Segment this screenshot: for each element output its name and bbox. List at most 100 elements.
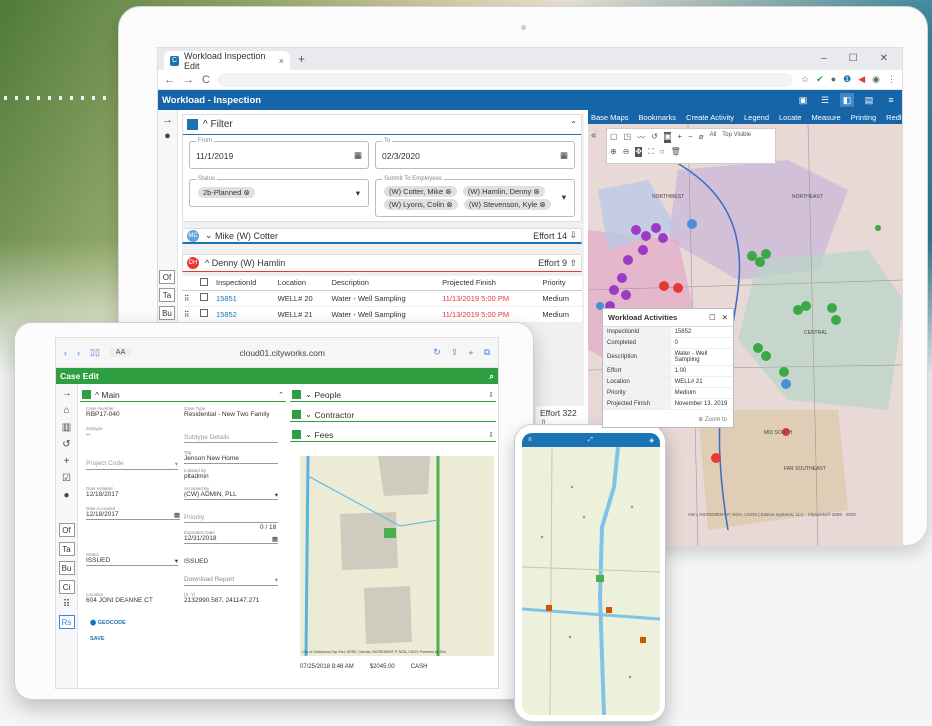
main-section-header[interactable]: ^ Main ⌃ bbox=[80, 388, 286, 402]
new-tab-button[interactable]: + bbox=[298, 52, 305, 66]
group-row-hamlin[interactable]: DH ^ Denny (W) Hamlin Effort 9 ⇧ bbox=[182, 254, 582, 272]
chip-ta[interactable]: Ta bbox=[159, 288, 175, 302]
map-nav-redline[interactable]: Redline bbox=[886, 113, 902, 122]
zoom-out-icon[interactable]: ⊖ bbox=[623, 147, 630, 157]
chip-of[interactable]: Of bbox=[58, 523, 75, 537]
chip-bu[interactable]: Bu bbox=[159, 306, 175, 320]
url-input[interactable] bbox=[217, 72, 794, 87]
full-extent-icon[interactable]: ⛶ bbox=[648, 147, 654, 157]
forward-arrow-icon[interactable]: → bbox=[183, 74, 194, 86]
col-inspection-id[interactable]: InspectionId bbox=[214, 276, 276, 291]
expand-arrow-icon[interactable]: → bbox=[56, 388, 77, 399]
select-active-icon[interactable]: ▣ bbox=[663, 132, 672, 143]
date-accepted-field[interactable]: Date Accepted 12/18/2017 ▦ bbox=[86, 506, 180, 520]
row-checkbox[interactable] bbox=[198, 306, 214, 323]
dropdown-caret-icon[interactable]: ▾ bbox=[175, 460, 178, 468]
top-visible-button[interactable]: Top Visible bbox=[722, 132, 751, 143]
grid-apps-icon[interactable]: ⠿ bbox=[63, 599, 70, 610]
user-card-icon[interactable]: ▣ bbox=[796, 93, 810, 107]
megaphone-extension-icon[interactable]: ◀ bbox=[858, 74, 865, 85]
table-row[interactable]: ⠿ 15852 WELL# 21 Water - Well Sampling 1… bbox=[182, 306, 582, 323]
undo-icon[interactable]: ↺ bbox=[651, 132, 658, 143]
pan-icon[interactable]: ✥ bbox=[635, 147, 643, 157]
calendar-icon[interactable]: ▦ bbox=[174, 511, 180, 519]
map-nav-bookmarks[interactable]: Bookmarks bbox=[639, 113, 677, 122]
dropdown-caret-icon[interactable]: ▾ bbox=[356, 188, 360, 199]
reload-icon[interactable]: ↻ bbox=[433, 347, 441, 358]
zoom-to-link[interactable]: ⊕ Zoom to bbox=[698, 416, 727, 423]
table-row[interactable]: ⠿ 15851 WELL# 20 Water - Well Sampling 1… bbox=[182, 290, 582, 307]
circle-extension-icon[interactable]: ● bbox=[831, 74, 836, 85]
select-point-icon[interactable]: ◳ bbox=[624, 132, 632, 143]
collapse-chevron-icon[interactable]: ^ bbox=[203, 119, 210, 130]
status-select[interactable]: Status 2b-Planned ⊗ ▾ bbox=[189, 176, 369, 207]
popup-maximize-icon[interactable]: ☐ bbox=[709, 313, 716, 322]
to-date-field[interactable]: To 02/3/2020 ▦ bbox=[375, 138, 575, 169]
share-icon[interactable]: ⇪ bbox=[451, 347, 459, 358]
chip-ci[interactable]: Ci bbox=[58, 580, 75, 594]
toggle-icon[interactable]: ⇩ bbox=[488, 431, 494, 439]
save-button[interactable]: SAVE bbox=[90, 636, 105, 642]
chip-of[interactable]: Of bbox=[159, 270, 175, 284]
select-all-checkbox[interactable] bbox=[198, 276, 214, 291]
dropdown-caret-icon[interactable]: ▾ bbox=[275, 576, 278, 584]
people-section-header[interactable]: ⌄ People ⇩ bbox=[290, 388, 496, 402]
check-extension-icon[interactable]: ✔ bbox=[816, 74, 824, 85]
map-nav-printing[interactable]: Printing bbox=[851, 113, 876, 122]
employee-pill[interactable]: (W) Lyons, Colin ⊗ bbox=[384, 199, 458, 210]
back-chevron-icon[interactable]: ‹ bbox=[64, 348, 67, 358]
col-location[interactable]: Location bbox=[275, 276, 330, 291]
priority-input[interactable]: Priority bbox=[184, 514, 278, 523]
col-projected-finish[interactable]: Projected Finish bbox=[440, 276, 541, 291]
dropdown-caret-icon[interactable]: ▾ bbox=[562, 192, 566, 203]
inspection-id-link[interactable]: 15851 bbox=[214, 290, 276, 307]
maximize-button[interactable]: ☐ bbox=[849, 53, 858, 64]
fees-section-header[interactable]: ⌄ Fees ⇩ bbox=[290, 428, 496, 442]
close-tab-icon[interactable]: × bbox=[279, 56, 284, 66]
menu-dots-icon[interactable]: ⋮ bbox=[887, 74, 896, 85]
expand-arrow-icon[interactable]: → bbox=[158, 114, 177, 126]
row-checkbox[interactable] bbox=[198, 290, 214, 307]
chevron-up-icon[interactable]: ^ bbox=[205, 258, 212, 268]
search-icon[interactable]: ⌕ bbox=[489, 371, 494, 382]
filter-header[interactable]: ^ Filter ⌃ bbox=[183, 115, 581, 135]
chip-rs[interactable]: Rs bbox=[58, 615, 75, 629]
chevron-down-icon[interactable]: ⌄ bbox=[305, 409, 314, 420]
subtype-details-input[interactable]: Subtype Details bbox=[184, 434, 278, 443]
select-line-icon[interactable]: 〰 bbox=[637, 132, 645, 143]
select-rectangle-icon[interactable]: ▢ bbox=[610, 132, 618, 143]
popup-close-icon[interactable]: ✕ bbox=[722, 313, 728, 322]
map-nav-measure[interactable]: Measure bbox=[812, 113, 841, 122]
map-nav-legend[interactable]: Legend bbox=[744, 113, 769, 122]
toggle-icon[interactable]: ⇩ bbox=[488, 391, 494, 399]
map-nav-base-maps[interactable]: Base Maps bbox=[591, 113, 629, 122]
employee-pill[interactable]: (W) Stevenson, Kyle ⊗ bbox=[463, 199, 551, 210]
employee-pill[interactable]: (W) Hamlin, Denny ⊗ bbox=[462, 186, 545, 197]
split-view-icon[interactable]: ◧ bbox=[840, 93, 854, 107]
new-tab-icon[interactable]: + bbox=[468, 348, 473, 358]
map-icon[interactable]: ▥ bbox=[56, 422, 77, 433]
calendar-icon[interactable]: ▦ bbox=[354, 150, 362, 161]
user-icon[interactable]: ● bbox=[158, 130, 177, 142]
user-icon[interactable]: ● bbox=[56, 490, 77, 501]
status-pill[interactable]: 2b-Planned ⊗ bbox=[198, 187, 255, 198]
profile-icon[interactable]: ◉ bbox=[872, 74, 880, 85]
add-icon[interactable]: + bbox=[56, 456, 77, 467]
accepted-by-field[interactable]: Accepted By (CW) ADMIN, PLL ▾ bbox=[184, 486, 278, 500]
group-row-cotter[interactable]: MC ⌄ Mike (W) Cotter Effort 14 ⇩ bbox=[182, 228, 582, 244]
reload-icon[interactable]: C bbox=[202, 74, 210, 86]
submit-to-employees-select[interactable]: Submit To Employees (W) Cotter, Mike ⊗ (… bbox=[375, 176, 575, 217]
map-nav-create-activity[interactable]: Create Activity bbox=[686, 113, 734, 122]
history-icon[interactable]: ↺ bbox=[56, 439, 77, 450]
text-size-button[interactable]: AA bbox=[109, 348, 132, 357]
col-description[interactable]: Description bbox=[329, 276, 441, 291]
star-icon[interactable]: ☆ bbox=[801, 74, 809, 85]
from-date-field[interactable]: From 11/1/2019 ▦ bbox=[189, 138, 369, 169]
chip-bu[interactable]: Bu bbox=[58, 561, 75, 575]
forward-chevron-icon[interactable]: › bbox=[77, 348, 80, 358]
identify-icon[interactable]: ○ bbox=[660, 147, 665, 157]
contractor-section-header[interactable]: ⌄ Contractor bbox=[290, 408, 496, 422]
map-nav-locate[interactable]: Locate bbox=[779, 113, 802, 122]
clipboard-check-icon[interactable]: ☑ bbox=[56, 473, 77, 484]
parcel-map[interactable]: City of Oklahoma City, Esri, HERE, Garmi… bbox=[300, 456, 494, 656]
